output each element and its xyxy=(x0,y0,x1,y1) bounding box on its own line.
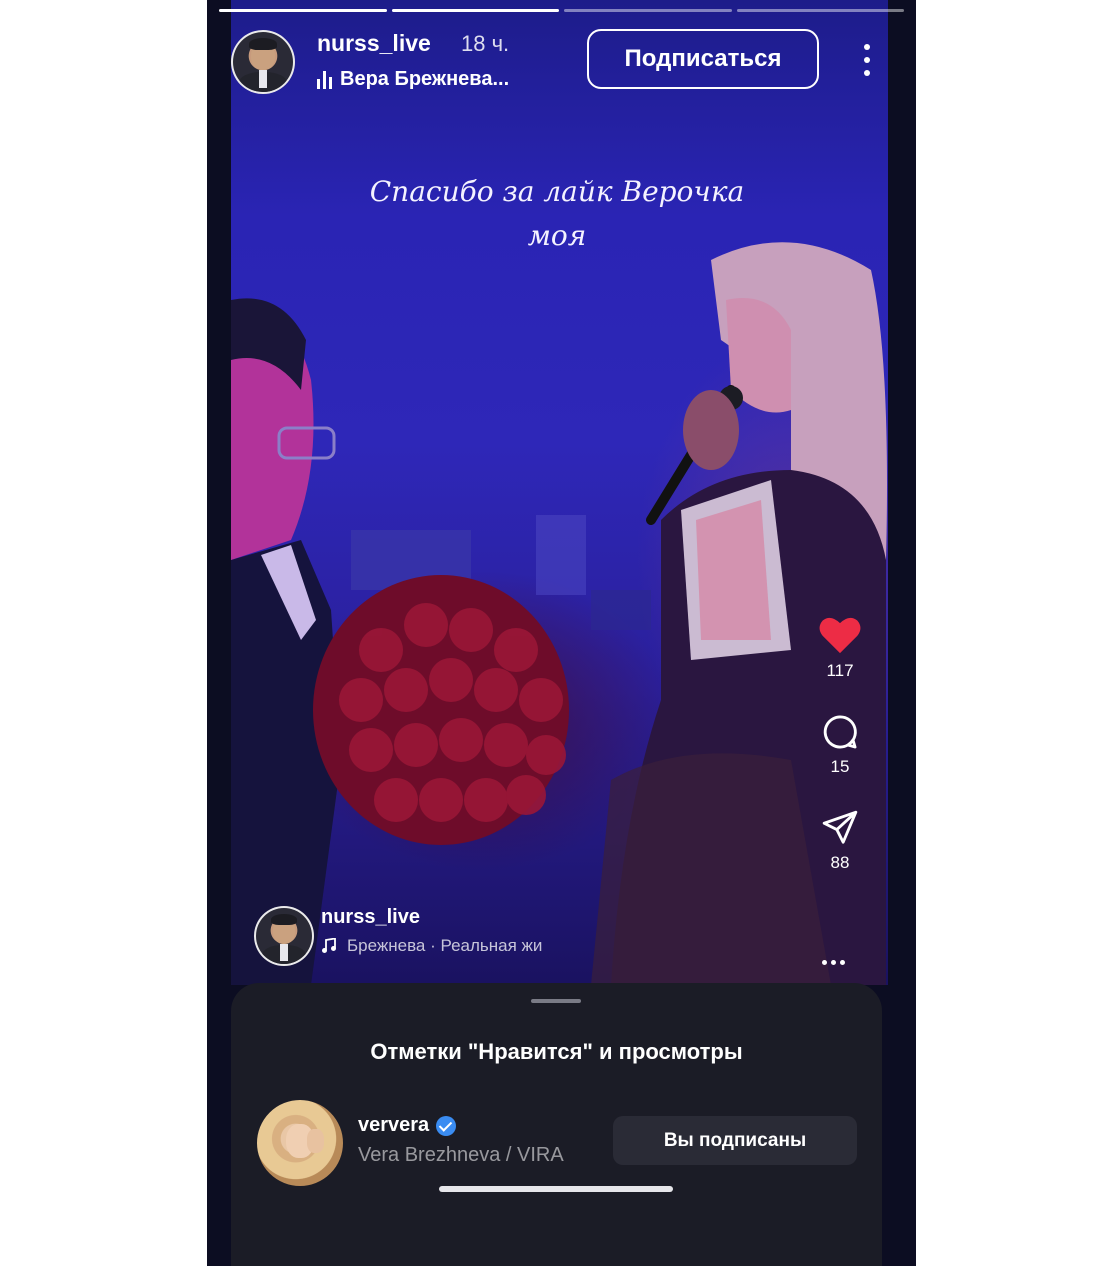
home-indicator xyxy=(439,1186,673,1192)
progress-segment xyxy=(736,9,904,12)
reel-music-label: Брежнева · Реальная жи xyxy=(347,936,543,955)
story-photo[interactable] xyxy=(231,0,888,985)
story-username[interactable]: nurss_live xyxy=(317,30,431,57)
comment-icon[interactable] xyxy=(821,713,859,751)
follow-button[interactable]: Подписаться xyxy=(587,29,819,89)
progress-segment xyxy=(564,9,732,12)
liker-avatar[interactable] xyxy=(255,1098,345,1188)
reel-author-avatar[interactable] xyxy=(254,906,314,966)
story-caption: Спасибо за лайк Верочка моя xyxy=(327,170,787,258)
caption-line: моя xyxy=(527,219,587,252)
comments-count: 15 xyxy=(830,757,850,776)
heart-icon[interactable] xyxy=(818,615,862,655)
liker-username: ververa xyxy=(358,1114,430,1136)
story-author-avatar[interactable] xyxy=(231,30,295,94)
story-timestamp: 18 ч. xyxy=(461,31,510,56)
sheet-grabber[interactable] xyxy=(531,999,581,1003)
music-note-icon xyxy=(322,938,336,953)
likes-count: 117 xyxy=(826,661,854,680)
story-viewer: nurss_live 18 ч. Вера Брежнева... Подпис… xyxy=(207,0,916,1266)
liker-full-name: Vera Brezhneva / VIRA xyxy=(358,1144,564,1166)
reel-music[interactable]: Брежнева · Реальная жи xyxy=(321,936,571,956)
liker-username-row[interactable]: ververa xyxy=(358,1114,457,1137)
sheet-title: Отметки "Нравится" и просмотры xyxy=(370,1039,743,1064)
reel-actions: 117 15 88 xyxy=(805,615,875,873)
audio-bars-icon xyxy=(317,70,332,89)
reel-username[interactable]: nurss_live xyxy=(321,906,420,929)
more-horizontal-icon[interactable] xyxy=(822,960,845,965)
story-progress-bar xyxy=(219,9,904,12)
more-vertical-icon[interactable] xyxy=(862,44,872,76)
likes-views-sheet: Отметки "Нравится" и просмотры ververa V… xyxy=(231,983,882,1266)
progress-segment xyxy=(219,9,387,12)
shares-count: 88 xyxy=(830,853,850,872)
story-music-label: Вера Брежнева... xyxy=(340,68,510,90)
share-icon[interactable] xyxy=(820,809,860,847)
story-music-link[interactable]: Вера Брежнева... xyxy=(317,68,509,91)
verified-icon xyxy=(436,1115,457,1136)
following-button[interactable]: Вы подписаны xyxy=(613,1116,857,1165)
progress-segment xyxy=(391,9,559,12)
caption-line: Спасибо за лайк Верочка xyxy=(369,175,745,208)
